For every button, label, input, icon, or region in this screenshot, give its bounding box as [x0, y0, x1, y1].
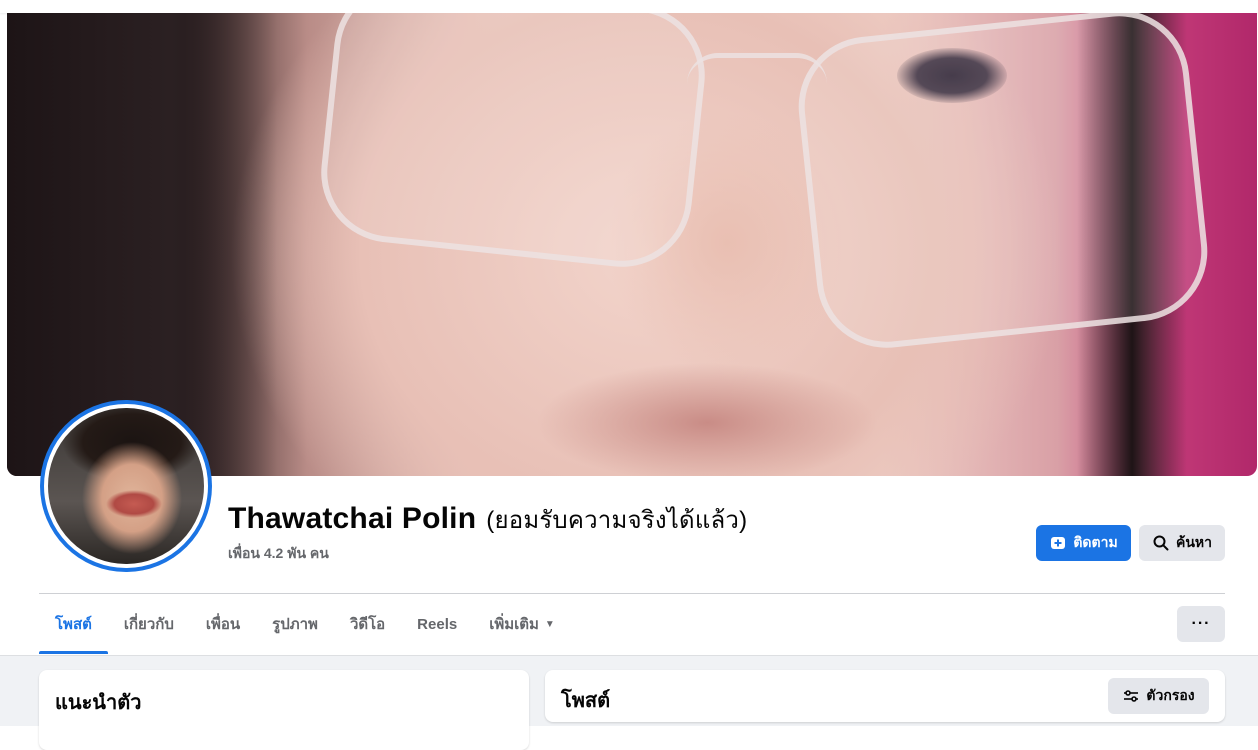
friends-count-link[interactable]: เพื่อน 4.2 พัน คน	[228, 543, 329, 565]
tab-friends[interactable]: เพื่อน	[190, 594, 256, 654]
tab-label: Reels	[417, 615, 458, 633]
tab-label: เพื่อน	[205, 616, 241, 633]
profile-tabs: โพสต์ เกี่ยวกับ เพื่อน รูปภาพ วิดีโอ Ree…	[39, 594, 571, 654]
tab-reels[interactable]: Reels	[401, 594, 473, 654]
filter-button[interactable]: ตัวกรอง	[1108, 678, 1209, 714]
tab-posts[interactable]: โพสต์	[39, 594, 108, 654]
profile-name: Thawatchai Polin (ยอมรับความจริงได้แล้ว)	[228, 500, 747, 539]
intro-card: แนะนำตัว	[39, 670, 529, 750]
top-bar	[0, 0, 1258, 13]
search-icon	[1152, 534, 1170, 552]
tab-videos[interactable]: วิดีโอ	[334, 594, 401, 654]
intro-card-title: แนะนำตัว	[55, 692, 142, 714]
caret-down-icon: ▼	[544, 618, 555, 630]
more-options-button[interactable]: ···	[1177, 606, 1225, 642]
search-button-label: ค้นหา	[1175, 534, 1213, 550]
profile-alternate-name: (ยอมรับความจริงได้แล้ว)	[486, 507, 748, 534]
filter-button-label: ตัวกรอง	[1146, 687, 1195, 703]
tab-label: รูปภาพ	[272, 616, 318, 633]
profile-picture[interactable]	[40, 400, 212, 572]
search-button[interactable]: ค้นหา	[1139, 525, 1225, 561]
tab-label: โพสต์	[55, 616, 92, 633]
cover-glasses-left-lens	[314, 13, 712, 274]
filter-icon	[1122, 687, 1140, 705]
posts-card-title: โพสต์	[561, 690, 611, 712]
follow-button[interactable]: ติดตาม	[1036, 525, 1131, 561]
tab-more[interactable]: เพิ่มเติม ▼	[473, 594, 571, 654]
tab-photos[interactable]: รูปภาพ	[256, 594, 334, 654]
tab-label: วิดีโอ	[349, 616, 386, 633]
avatar	[44, 404, 208, 568]
add-friend-icon	[1049, 534, 1067, 552]
tab-about[interactable]: เกี่ยวกับ	[108, 594, 190, 654]
follow-button-label: ติดตาม	[1073, 534, 1118, 550]
cover-photo[interactable]	[7, 13, 1257, 476]
profile-name-text: Thawatchai Polin	[228, 502, 477, 535]
posts-card: โพสต์ ตัวกรอง	[545, 670, 1225, 722]
tab-label: เกี่ยวกับ	[123, 616, 174, 633]
cover-glasses-right-lens	[791, 13, 1215, 355]
cover-glasses-bridge	[687, 53, 827, 84]
tab-label: เพิ่มเติม	[489, 616, 539, 633]
